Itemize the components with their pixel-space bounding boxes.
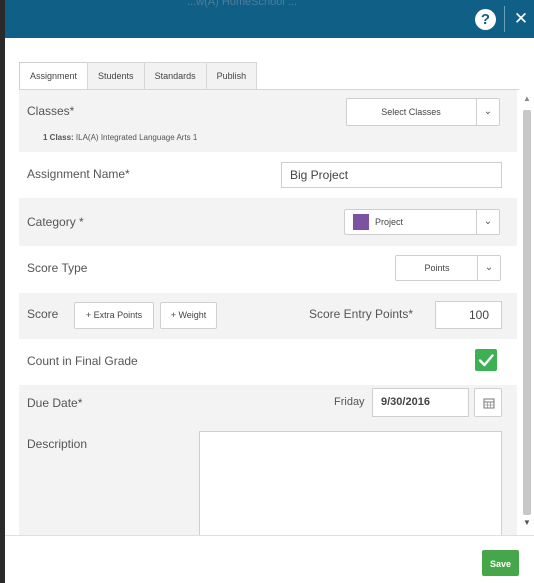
dialog-titlebar: ...w(A) HomeSchool ... ? ✕ xyxy=(5,0,534,38)
select-classes-dropdown[interactable]: Select Classes ⌄ xyxy=(346,98,500,126)
assignment-name-label: Assignment Name* xyxy=(27,167,130,181)
category-label: Category * xyxy=(27,215,84,229)
save-button[interactable]: Save xyxy=(482,550,519,576)
tab-students[interactable]: Students xyxy=(87,62,145,89)
score-type-value: Points xyxy=(424,263,450,273)
due-date-row: Due Date* Friday 9/30/2016 xyxy=(19,385,517,423)
assignment-dialog: ...w(A) HomeSchool ... ? ✕ Assignment St… xyxy=(5,0,534,583)
tab-publish[interactable]: Publish xyxy=(205,62,258,89)
select-classes-label: Select Classes xyxy=(381,107,441,117)
assignment-name-row: Assignment Name* Big Project xyxy=(19,152,517,198)
titlebar-divider xyxy=(504,6,505,32)
description-textarea[interactable] xyxy=(199,431,502,535)
category-color-swatch xyxy=(353,214,369,230)
assignment-name-input[interactable]: Big Project xyxy=(281,162,502,188)
due-date-weekday: Friday xyxy=(334,396,365,408)
category-dropdown[interactable]: Project ⌄ xyxy=(344,209,500,235)
form-content: Classes* Select Classes ⌄ 1 Class: ILA(A… xyxy=(19,90,517,535)
help-icon[interactable]: ? xyxy=(475,9,496,30)
score-type-row: Score Type Points ⌄ xyxy=(19,246,517,293)
tab-assignment[interactable]: Assignment xyxy=(19,62,89,91)
count-final-label: Count in Final Grade xyxy=(27,354,138,368)
due-date-label: Due Date* xyxy=(27,396,83,410)
description-label: Description xyxy=(27,437,88,451)
checkmark-icon xyxy=(478,354,494,367)
score-entry-points-label: Score Entry Points* xyxy=(309,307,414,321)
scroll-down-icon[interactable]: ▼ xyxy=(520,518,534,527)
description-row: Description xyxy=(19,423,517,535)
class-name: ILA(A) Integrated Language Arts 1 xyxy=(75,133,198,142)
score-type-dropdown[interactable]: Points ⌄ xyxy=(395,255,501,281)
calendar-icon xyxy=(483,398,495,409)
background-title-text: ...w(A) HomeSchool ... xyxy=(187,0,298,8)
scroll-thumb[interactable] xyxy=(523,110,531,515)
count-final-checkbox[interactable] xyxy=(475,349,497,371)
footer-divider xyxy=(5,535,534,536)
class-count: 1 Class: xyxy=(43,133,74,142)
category-row: Category * Project ⌄ xyxy=(19,198,517,246)
due-date-input[interactable]: 9/30/2016 xyxy=(372,388,469,417)
calendar-button[interactable] xyxy=(474,388,502,417)
classes-row: Classes* Select Classes ⌄ 1 Class: ILA(A… xyxy=(19,90,517,152)
class-summary: 1 Class: ILA(A) Integrated Language Arts… xyxy=(43,133,197,142)
form-scrollbar[interactable]: ▲ ▼ xyxy=(520,90,534,535)
close-icon[interactable]: ✕ xyxy=(512,6,530,32)
tab-bar: Assignment Students Standards Publish xyxy=(19,62,258,91)
scroll-up-icon[interactable]: ▲ xyxy=(520,94,534,103)
count-final-row: Count in Final Grade xyxy=(19,339,517,385)
score-entry-points-input[interactable]: 100 xyxy=(435,301,502,329)
score-label: Score xyxy=(27,307,59,321)
classes-label: Classes* xyxy=(27,104,75,118)
chevron-down-icon: ⌄ xyxy=(477,256,500,280)
score-type-label: Score Type xyxy=(27,261,88,275)
category-value: Project xyxy=(375,217,404,227)
tab-standards[interactable]: Standards xyxy=(143,62,207,89)
score-row: Score + Extra Points + Weight Score Entr… xyxy=(19,293,517,339)
chevron-down-icon: ⌄ xyxy=(476,99,499,125)
weight-button[interactable]: + Weight xyxy=(160,302,217,329)
extra-points-button[interactable]: + Extra Points xyxy=(74,302,154,329)
chevron-down-icon: ⌄ xyxy=(476,210,499,234)
